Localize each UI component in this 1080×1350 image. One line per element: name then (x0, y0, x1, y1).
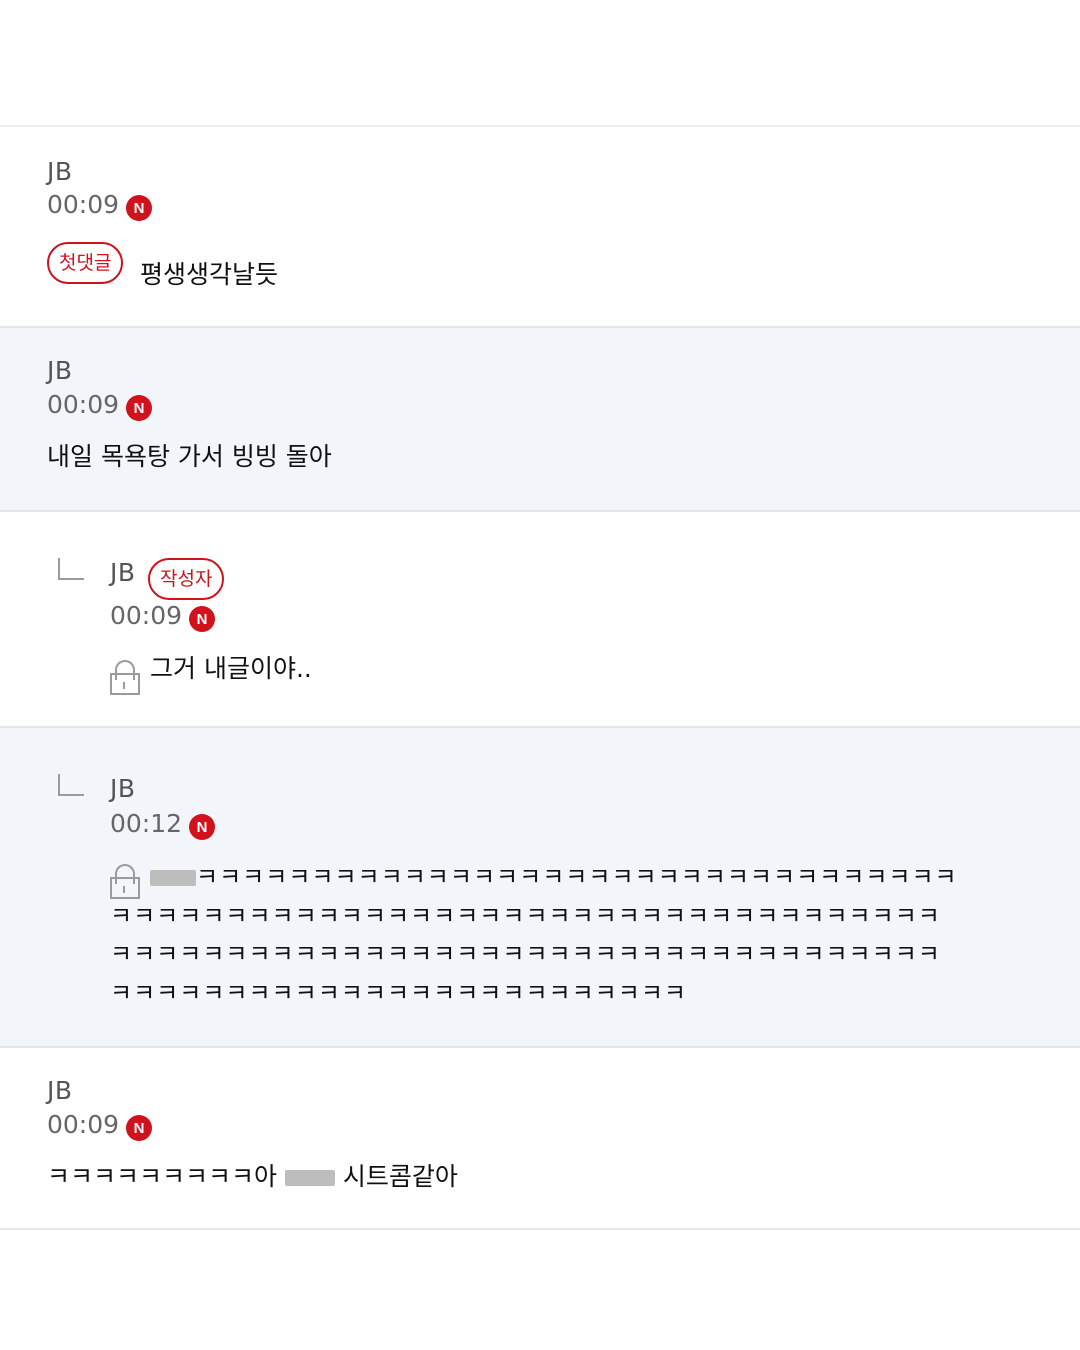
comment-text: 그거 내글이야.. (150, 654, 312, 683)
comment-time: 00:09 (47, 390, 120, 419)
lock-icon (110, 660, 140, 696)
comment-meta: 00:09 N (47, 389, 153, 421)
new-badge-icon: N (126, 395, 153, 421)
new-badge-icon: N (189, 606, 216, 632)
comment-text: ㅋㅋㅋㅋㅋㅋㅋㅋㅋㅋㅋㅋㅋㅋㅋㅋㅋㅋㅋㅋㅋㅋㅋㅋㅋㅋㅋㅋㅋㅋㅋㅋㅋㅋㅋㅋㅋㅋㅋㅋ… (110, 863, 958, 1007)
new-badge-icon: N (126, 1115, 153, 1141)
comment-item: JB 00:09 N ㅋㅋㅋㅋㅋㅋㅋㅋㅋ아 존나 시트콤같아 (0, 1048, 1080, 1230)
censored-text: 존나 (284, 1170, 335, 1186)
reply-indent-icon (58, 558, 84, 580)
new-badge-icon: N (189, 814, 216, 840)
new-badge-icon: N (126, 195, 153, 221)
comment-meta: 00:09 N (110, 600, 216, 632)
comment-author[interactable]: JB (47, 1076, 73, 1106)
writer-badge: 작성자 (148, 558, 225, 600)
comment-text-part: ㅋㅋㅋㅋㅋㅋㅋㅋㅋ아 (47, 1162, 278, 1191)
comment-text-block: 씨발ㅋㅋㅋㅋㅋㅋㅋㅋㅋㅋㅋㅋㅋㅋㅋㅋㅋㅋㅋㅋㅋㅋㅋㅋㅋㅋㅋㅋㅋㅋㅋㅋㅋㅋㅋㅋㅋㅋ… (110, 858, 960, 1012)
reply-indent-icon (58, 774, 84, 796)
censored-text: 씨발 (150, 870, 196, 886)
comment-text: 평생생각날듯 (140, 260, 279, 289)
comment-text: 내일 목욕탕 가서 빙빙 돌아 (47, 442, 332, 471)
comment-item: JB 00:09 N 첫댓글 평생생각날듯 (0, 127, 1080, 328)
comment-time: 00:09 (110, 601, 183, 630)
reply-item: JB 00:12 N 씨발ㅋㅋㅋㅋㅋㅋㅋㅋㅋㅋㅋㅋㅋㅋㅋㅋㅋㅋㅋㅋㅋㅋㅋㅋㅋㅋㅋ… (0, 728, 1080, 1048)
comment-author[interactable]: JB (47, 157, 73, 187)
comment-time: 00:09 (47, 190, 120, 219)
comment-text-part: 시트콤같아 (342, 1162, 458, 1191)
comment-author[interactable]: JB (47, 356, 73, 386)
reply-item: JB 작성자 00:09 N 그거 내글이야.. (0, 512, 1080, 728)
comment-meta: 00:12 N (110, 808, 216, 840)
comment-time: 00:09 (47, 1110, 120, 1139)
comment-author[interactable]: JB (110, 558, 136, 588)
comment-item: JB 00:09 N 내일 목욕탕 가서 빙빙 돌아 (0, 328, 1080, 512)
first-comment-badge: 첫댓글 (47, 242, 124, 284)
comment-time: 00:12 (110, 809, 183, 838)
comment-meta: 00:09 N (47, 1109, 153, 1141)
comment-text: ㅋㅋㅋㅋㅋㅋㅋㅋㅋ아 존나 시트콤같아 (47, 1162, 458, 1192)
comment-author[interactable]: JB (110, 774, 136, 804)
comment-list: JB 00:09 N 첫댓글 평생생각날듯 JB 00:09 N 내일 목욕탕 … (0, 125, 1080, 1230)
comment-meta: 00:09 N (47, 189, 153, 221)
